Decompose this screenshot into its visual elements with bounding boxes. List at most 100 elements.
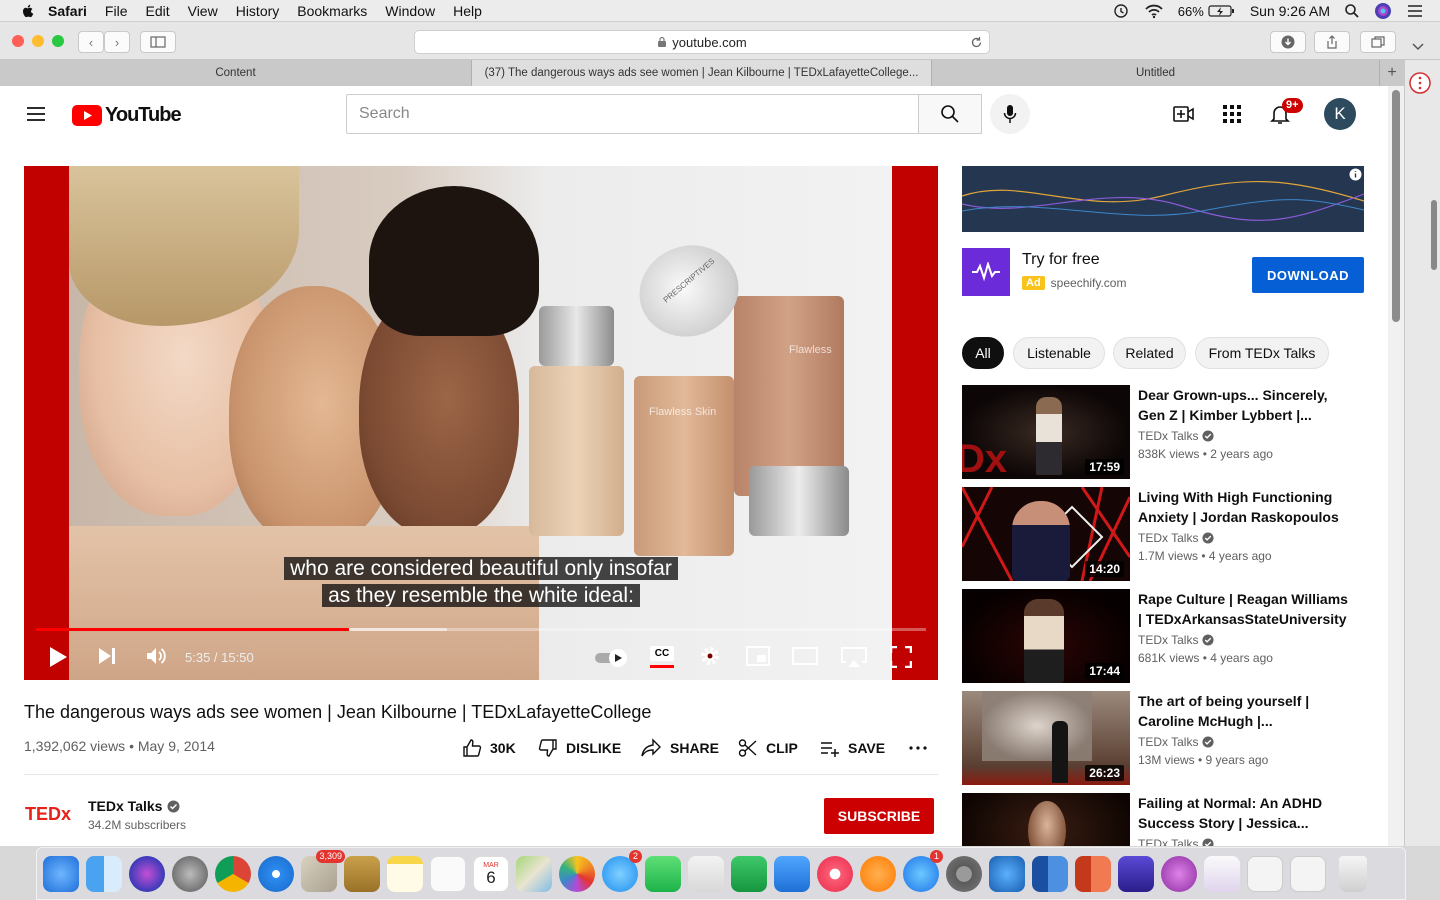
maps-icon[interactable] bbox=[516, 855, 552, 892]
save-button[interactable]: SAVE bbox=[820, 738, 885, 758]
minimize-window-button[interactable] bbox=[32, 35, 44, 47]
speechify-logo[interactable] bbox=[962, 248, 1010, 296]
chip-all[interactable]: All bbox=[962, 337, 1004, 369]
recommendation-channel[interactable]: TEDx Talks bbox=[1138, 837, 1215, 846]
address-bar[interactable]: youtube.com bbox=[414, 30, 990, 54]
notes-icon[interactable] bbox=[387, 855, 423, 892]
numbers-icon[interactable] bbox=[731, 855, 767, 892]
stacks-app-icon[interactable] bbox=[1118, 855, 1154, 892]
video-thumbnail[interactable]: 14:20 bbox=[962, 487, 1130, 581]
recommendation-item[interactable]: 14:20 Living With High Functioning Anxie… bbox=[962, 487, 1382, 581]
download-ad-button[interactable]: DOWNLOAD bbox=[1252, 257, 1364, 293]
video-player[interactable]: Flawless Skin Flawless PRESCRIPTIVES who… bbox=[24, 166, 938, 680]
menu-help[interactable]: Help bbox=[453, 3, 482, 19]
captions-button[interactable]: CC bbox=[650, 646, 674, 668]
recommendation-channel[interactable]: TEDx Talks bbox=[1138, 735, 1215, 749]
menu-window[interactable]: Window bbox=[385, 3, 435, 19]
video-thumbnail[interactable]: Dx 17:59 bbox=[962, 385, 1130, 479]
menu-edit[interactable]: Edit bbox=[145, 3, 169, 19]
clip-button[interactable]: CLIP bbox=[738, 738, 798, 758]
photos-icon[interactable] bbox=[559, 855, 595, 892]
ad-banner[interactable] bbox=[962, 166, 1364, 232]
scrollbar-thumb[interactable] bbox=[1392, 90, 1400, 322]
show-tabs-button[interactable] bbox=[1360, 31, 1396, 53]
video-thumbnail[interactable]: 26:23 bbox=[962, 691, 1130, 785]
account-avatar[interactable]: K bbox=[1324, 98, 1356, 130]
spotlight-search-icon[interactable] bbox=[1344, 3, 1360, 19]
recommendation-title[interactable]: Living With High Functioning Anxiety | J… bbox=[1138, 487, 1348, 527]
menu-bookmarks[interactable]: Bookmarks bbox=[297, 3, 367, 19]
siri-icon[interactable] bbox=[1374, 2, 1392, 20]
chevron-down-icon[interactable] bbox=[1412, 43, 1424, 51]
app-store-icon[interactable]: 1 bbox=[903, 849, 943, 892]
recommendation-item[interactable]: Failing at Normal: An ADHD Success Story… bbox=[962, 793, 1382, 846]
back-button[interactable]: ‹ bbox=[78, 31, 104, 53]
downloads-button[interactable] bbox=[1270, 31, 1306, 53]
hamburger-menu-icon[interactable] bbox=[24, 102, 48, 126]
music-icon[interactable] bbox=[817, 855, 853, 892]
play-button[interactable] bbox=[46, 644, 70, 670]
recommendation-channel[interactable]: TEDx Talks bbox=[1138, 633, 1215, 647]
apps-grid-icon[interactable] bbox=[1222, 104, 1242, 124]
textedit-icon[interactable] bbox=[688, 855, 724, 892]
siri-app-icon[interactable] bbox=[129, 855, 165, 892]
reload-icon[interactable] bbox=[970, 36, 983, 49]
notefile-icon[interactable] bbox=[344, 855, 380, 892]
facetime-icon[interactable] bbox=[645, 855, 681, 892]
mail-stamp-icon[interactable]: 3,309 bbox=[301, 849, 345, 892]
recommendation-channel[interactable]: TEDx Talks bbox=[1138, 531, 1215, 545]
search-button[interactable] bbox=[918, 94, 982, 134]
tab-youtube-video[interactable]: (37) The dangerous ways ads see women | … bbox=[472, 60, 932, 86]
recommendation-title[interactable]: The art of being yourself | Caroline McH… bbox=[1138, 691, 1348, 731]
ad-info-icon[interactable] bbox=[1349, 168, 1362, 181]
books-icon[interactable] bbox=[860, 855, 896, 892]
menu-view[interactable]: View bbox=[188, 3, 218, 19]
sidebar-toggle-button[interactable] bbox=[140, 31, 176, 53]
menubar-clock[interactable]: Sun 9:26 AM bbox=[1250, 3, 1330, 19]
progress-bar[interactable] bbox=[36, 628, 926, 631]
zoom-window-button[interactable] bbox=[52, 35, 64, 47]
settings-button[interactable] bbox=[699, 645, 721, 667]
dislike-button[interactable]: DISLIKE bbox=[538, 738, 621, 758]
recent-word-doc-icon[interactable] bbox=[1290, 855, 1326, 892]
recent-document-icon[interactable] bbox=[1247, 855, 1283, 892]
channel-name-row[interactable]: TEDx Talks bbox=[88, 798, 180, 814]
recommendation-item[interactable]: Dx 17:59 Dear Grown-ups... Sincerely, Ge… bbox=[962, 385, 1382, 479]
autoplay-toggle[interactable] bbox=[594, 648, 630, 668]
airplay-button[interactable] bbox=[840, 646, 868, 668]
close-window-button[interactable] bbox=[12, 35, 24, 47]
keynote-icon[interactable] bbox=[774, 855, 810, 892]
tab-content[interactable]: Content bbox=[0, 60, 472, 86]
voice-search-button[interactable] bbox=[990, 94, 1030, 134]
share-video-button[interactable]: SHARE bbox=[640, 738, 719, 758]
video-thumbnail[interactable]: 17:44 bbox=[962, 589, 1130, 683]
calendar-icon[interactable]: MAR 6 bbox=[473, 855, 509, 892]
page-scrollbar[interactable] bbox=[1388, 86, 1404, 846]
tab-untitled[interactable]: Untitled bbox=[932, 60, 1380, 86]
finder-icon[interactable] bbox=[86, 855, 122, 892]
chrome-icon[interactable] bbox=[215, 855, 251, 892]
safari-icon[interactable] bbox=[258, 855, 294, 892]
recommendation-channel[interactable]: TEDx Talks bbox=[1138, 429, 1215, 443]
youtube-logo[interactable]: YouTube bbox=[72, 104, 182, 127]
word-icon[interactable] bbox=[1032, 855, 1068, 892]
screen-sharing-icon[interactable] bbox=[989, 855, 1025, 892]
recommendation-item[interactable]: 17:44 Rape Culture | Reagan Williams | T… bbox=[962, 589, 1382, 683]
chip-from-tedx-talks[interactable]: From TEDx Talks bbox=[1195, 337, 1329, 369]
trash-icon[interactable] bbox=[1339, 855, 1367, 892]
powerpoint-icon[interactable] bbox=[1075, 855, 1111, 892]
chip-related[interactable]: Related bbox=[1113, 337, 1186, 369]
menu-file[interactable]: File bbox=[105, 3, 128, 19]
notification-center-icon[interactable] bbox=[1406, 4, 1424, 18]
recommendation-title[interactable]: Failing at Normal: An ADHD Success Story… bbox=[1138, 793, 1348, 833]
menu-app-name[interactable]: Safari bbox=[48, 3, 87, 19]
ad-title[interactable]: Try for free bbox=[1022, 251, 1100, 269]
reminders-icon[interactable] bbox=[430, 855, 466, 892]
recommendation-item[interactable]: 26:23 The art of being yourself | Caroli… bbox=[962, 691, 1382, 785]
channel-avatar[interactable]: TEDx bbox=[24, 790, 72, 838]
next-button[interactable] bbox=[96, 646, 118, 666]
recent-screenshot-icon[interactable] bbox=[1204, 855, 1240, 892]
more-actions-button[interactable] bbox=[908, 738, 928, 758]
messages-icon[interactable]: 2 bbox=[602, 849, 642, 892]
new-tab-button[interactable]: + bbox=[1380, 60, 1404, 86]
